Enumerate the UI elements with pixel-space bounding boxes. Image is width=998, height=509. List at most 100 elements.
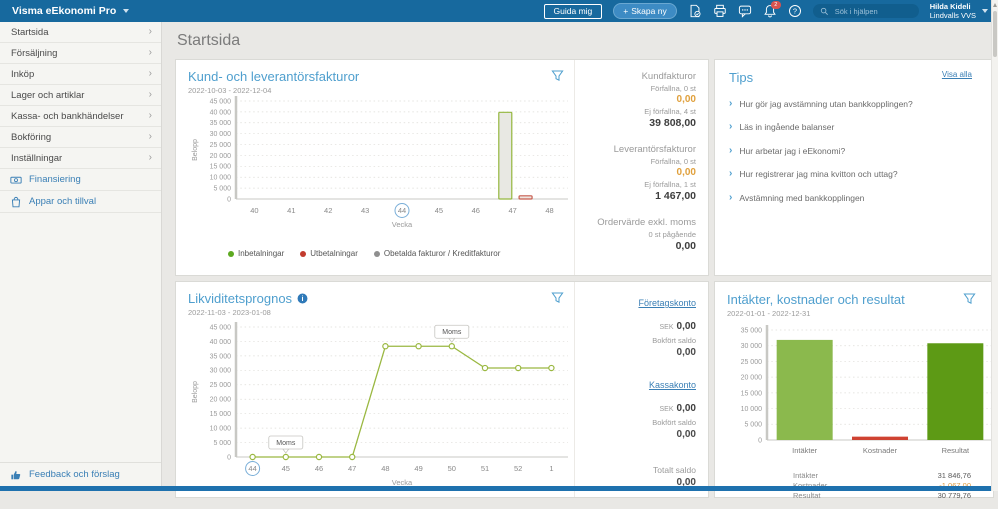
sidebar-item-appar-och-tillval[interactable]: Appar och tillval (0, 191, 161, 213)
total-balance-label: Totalt saldo (583, 465, 696, 475)
topbar-actions: Guida mig + Skapa ny 2 ? Hilda Kideli (544, 2, 988, 21)
booked-balance-label: Bokfört saldo (583, 336, 696, 345)
help-search-field[interactable] (813, 4, 919, 18)
account-block-företagskonto: FöretagskontoSEK0,00Bokfört saldo0,00 (583, 293, 696, 358)
summary-row: Intäkter31 846,76 (793, 471, 971, 481)
invoice-panel: KundfakturorFörfallna, 0 st0,00Ej förfal… (574, 60, 708, 275)
thumbs-up-icon (10, 469, 22, 481)
currency-label: SEK (660, 406, 674, 413)
tip-link[interactable]: ›Läs in ingående balanser (729, 122, 977, 132)
svg-text:44: 44 (248, 464, 256, 473)
svg-text:10 000: 10 000 (741, 406, 763, 413)
sidebar-item-kassa-och-bankhändelser[interactable]: Kassa- och bankhändelser› (0, 106, 161, 127)
account-block-kassakonto: KassakontoSEK0,00Bokfört saldo0,00 (583, 375, 696, 440)
chevron-right-icon: › (729, 146, 732, 156)
svg-text:25 000: 25 000 (210, 142, 232, 149)
svg-text:25 000: 25 000 (741, 359, 763, 366)
svg-text:45 000: 45 000 (210, 98, 232, 105)
svg-text:i: i (302, 294, 304, 303)
user-menu[interactable]: Hilda Kideli Lindvalls VVS (930, 2, 988, 21)
sidebar-item-inställningar[interactable]: Inställningar› (0, 148, 161, 169)
bottom-taskbar (0, 486, 992, 491)
result-card: Intäkter, kostnader och resultat 2022-01… (714, 281, 994, 498)
panel-section-kundfakturor: KundfakturorFörfallna, 0 st0,00Ej förfal… (583, 71, 696, 129)
tip-link[interactable]: ›Hur arbetar jag i eEkonomi? (729, 146, 977, 156)
svg-text:45 000: 45 000 (210, 324, 232, 331)
invoices-card-date: 2022-10-03 - 2022-12-04 (188, 86, 359, 95)
chevron-right-icon: › (149, 153, 152, 163)
svg-text:49: 49 (414, 464, 422, 473)
filter-icon[interactable] (551, 69, 564, 82)
svg-text:40 000: 40 000 (210, 109, 232, 116)
chevron-right-icon: › (149, 111, 152, 121)
chevron-right-icon: › (729, 122, 732, 132)
svg-text:44: 44 (398, 206, 406, 215)
scroll-thumb[interactable] (993, 11, 997, 57)
printer-icon[interactable] (713, 4, 727, 18)
svg-text:1: 1 (549, 464, 553, 473)
svg-text:35 000: 35 000 (210, 120, 232, 127)
app-switcher-menu[interactable]: Visma eEkonomi Pro (12, 5, 129, 17)
account-amount: 0,00 (677, 403, 696, 414)
notification-badge: 2 (771, 1, 781, 9)
svg-text:Moms: Moms (276, 440, 296, 447)
svg-text:Kostnader: Kostnader (863, 446, 898, 455)
scrollbar[interactable] (991, 0, 998, 491)
sidebar-tools: FinansieringAppar och tillval (0, 169, 161, 213)
tip-link[interactable]: ›Hur gör jag avstämning utan bankkopplin… (729, 99, 977, 109)
sidebar-item-startsida[interactable]: Startsida› (0, 22, 161, 43)
svg-text:30 000: 30 000 (210, 368, 232, 375)
chevron-right-icon: › (729, 169, 732, 179)
panel-row-label: Ej förfallna, 1 st (583, 180, 696, 189)
tip-link[interactable]: ›Avstämning med bankkopplingen (729, 193, 977, 203)
svg-text:20 000: 20 000 (210, 397, 232, 404)
svg-text:45: 45 (435, 206, 443, 215)
guide-me-button[interactable]: Guida mig (544, 4, 603, 19)
user-company: Lindvalls VVS (930, 11, 976, 20)
svg-text:Resultat: Resultat (942, 446, 970, 455)
liquidity-card-date: 2022-11-03 - 2023-01-08 (188, 308, 308, 317)
result-card-title: Intäkter, kostnader och resultat (727, 292, 905, 307)
tip-link[interactable]: ›Hur registrerar jag mina kvitton och ut… (729, 169, 977, 179)
liquidity-card-title: Likviditetsprognos i (188, 291, 308, 306)
help-icon[interactable]: ? (788, 4, 802, 18)
svg-text:48: 48 (381, 464, 389, 473)
svg-text:42: 42 (324, 206, 332, 215)
sidebar-item-finansiering[interactable]: Finansiering (0, 169, 161, 191)
show-all-link[interactable]: Visa alla (942, 70, 972, 79)
svg-text:40: 40 (250, 206, 258, 215)
chat-icon[interactable] (738, 4, 752, 18)
panel-section-header: Leverantörsfakturor (583, 144, 696, 155)
account-link[interactable]: Kassakonto (649, 380, 696, 390)
sidebar-item-inköp[interactable]: Inköp› (0, 64, 161, 85)
sidebar-item-bokföring[interactable]: Bokföring› (0, 127, 161, 148)
filter-icon[interactable] (551, 291, 564, 304)
app-title: Visma eEkonomi Pro (12, 5, 116, 17)
summary-row: Resultat30 779,76 (793, 491, 971, 501)
legend-dot (300, 251, 306, 257)
document-check-icon[interactable] (688, 4, 702, 18)
panel-section-ordervärde-exkl-moms: Ordervärde exkl. moms0 st pågående0,00 (583, 217, 696, 252)
svg-text:15 000: 15 000 (741, 390, 763, 397)
svg-text:51: 51 (481, 464, 489, 473)
svg-text:41: 41 (287, 206, 295, 215)
bag-icon (10, 196, 22, 208)
user-name: Hilda Kideli (930, 2, 976, 11)
chevron-right-icon: › (729, 193, 732, 203)
accounts-panel: FöretagskontoSEK0,00Bokfört saldo0,00 Kas… (574, 282, 708, 497)
create-new-button[interactable]: + Skapa ny (613, 3, 676, 19)
sidebar-item-lager-och-artiklar[interactable]: Lager och artiklar› (0, 85, 161, 106)
info-icon[interactable]: i (297, 293, 308, 304)
filter-icon[interactable] (963, 292, 976, 305)
scroll-up-arrow[interactable] (993, 3, 997, 7)
panel-row-value: 0,00 (583, 94, 696, 105)
svg-text:15 000: 15 000 (210, 411, 232, 418)
feedback-link[interactable]: Feedback och förslag (0, 462, 161, 486)
search-input[interactable] (833, 6, 912, 17)
panel-row-value: 39 808,00 (583, 117, 696, 129)
liquidity-card: Likviditetsprognos i 2022-11-03 - 2023-0… (175, 281, 709, 498)
account-link[interactable]: Företagskonto (638, 298, 696, 308)
notifications-bell-icon[interactable]: 2 (763, 4, 777, 18)
legend-dot (228, 251, 234, 257)
sidebar-item-försäljning[interactable]: Försäljning› (0, 43, 161, 64)
